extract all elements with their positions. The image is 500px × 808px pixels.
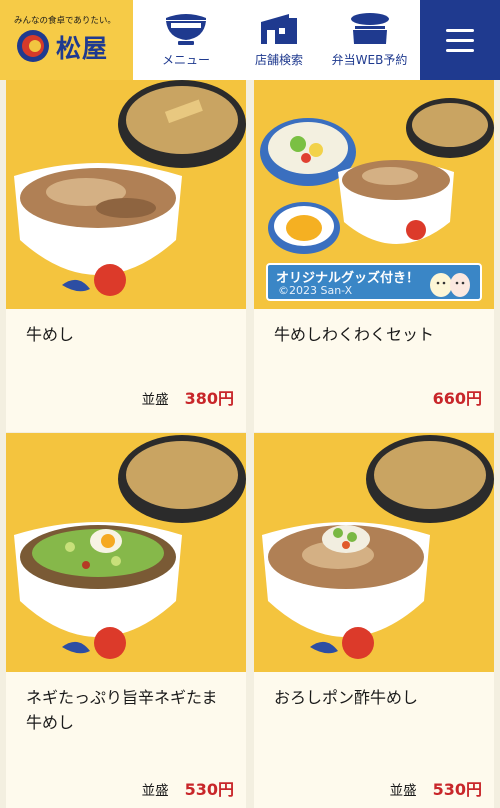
menu-item-card[interactable]: ネギたっぷり旨辛ネギたま牛めし 並盛 530円 [6, 433, 246, 808]
menu-item-name: おろしポン酢牛めし [274, 688, 419, 707]
nav-store-label: 店舗検索 [254, 53, 303, 67]
logo-brand-text: 松屋 [56, 34, 109, 63]
negitama-gyumeshi-photo [6, 433, 246, 672]
nav-bento-label: 弁当WEB予約 [331, 53, 408, 67]
price: 380円 [184, 389, 234, 408]
goods-banner-copyright: ©2023 San-X [278, 284, 353, 297]
nav-bento-reserve-button[interactable]: 弁当WEB予約 [319, 0, 420, 80]
logo-tagline: みんなの食卓でありたい。 [14, 16, 116, 26]
price-row: 並盛 530円 [390, 776, 482, 800]
sumikko-characters-icon [430, 273, 470, 297]
price-row: 660円 [433, 385, 482, 409]
price: 530円 [184, 780, 234, 799]
main-nav: メニュー 店舗検索 弁当WEB予約 [133, 0, 420, 80]
wakuwaku-set-photo: オリジナルグッズ付き！ ©2023 San-X [254, 80, 494, 309]
logo-mark-icon [17, 30, 49, 62]
store-icon [259, 12, 299, 46]
hamburger-menu-button[interactable] [420, 0, 500, 80]
menu-item-card[interactable]: オリジナルグッズ付き！ ©2023 San-X 牛めしわくわくセット 660円 [254, 80, 494, 432]
nav-store-search-button[interactable]: 店舗検索 [239, 0, 319, 80]
original-goods-banner: オリジナルグッズ付き！ ©2023 San-X [266, 263, 482, 301]
hamburger-line [446, 48, 474, 52]
menu-item-name: 牛めし [26, 325, 75, 344]
portion-size: 並盛 [389, 783, 417, 799]
price-row: 並盛 380円 [142, 385, 234, 409]
menu-item-card[interactable]: 牛めし 並盛 380円 [6, 80, 246, 432]
gyumeshi-photo [6, 80, 246, 309]
bowl-icon [163, 12, 209, 46]
oroshi-ponzu-gyumeshi-photo [254, 433, 494, 672]
hamburger-line [446, 28, 474, 32]
nav-menu-label: メニュー [161, 53, 210, 67]
menu-item-name: ネギたっぷり旨辛ネギたま牛めし [26, 688, 218, 732]
bento-icon [349, 12, 391, 46]
price: 660円 [432, 389, 482, 408]
menu-item-card[interactable]: おろしポン酢牛めし 並盛 530円 [254, 433, 494, 808]
site-header: みんなの食卓でありたい。 松屋 メニュー 店舗検索 弁当WEB予約 [0, 0, 500, 80]
nav-menu-button[interactable]: メニュー [133, 0, 239, 80]
price-row: 並盛 530円 [142, 776, 234, 800]
portion-size: 並盛 [141, 783, 169, 799]
portion-size: 並盛 [141, 392, 169, 408]
hamburger-line [446, 38, 474, 42]
menu-item-name: 牛めしわくわくセット [274, 325, 435, 344]
matsuya-logo[interactable]: みんなの食卓でありたい。 松屋 [0, 0, 133, 80]
price: 530円 [432, 780, 482, 799]
